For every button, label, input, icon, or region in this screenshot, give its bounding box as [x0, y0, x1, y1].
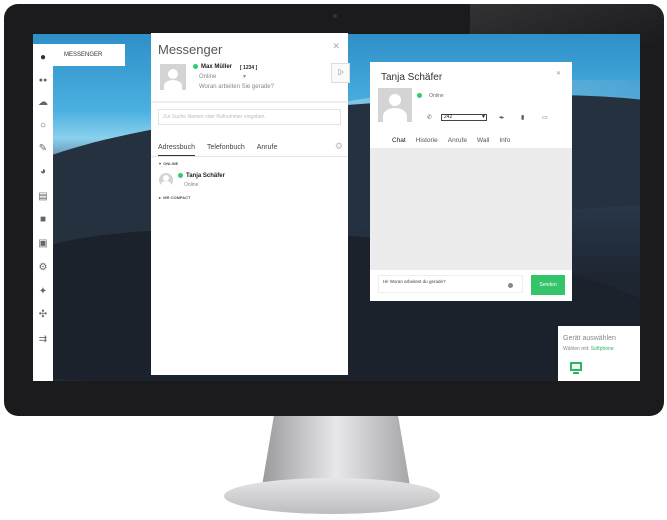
avatar — [160, 64, 186, 90]
group-online[interactable]: ▾ ONLINE — [159, 161, 178, 166]
lock-icon[interactable]: ▣ — [33, 236, 53, 252]
online-status-dot — [178, 173, 183, 178]
send-button[interactable]: Senden — [531, 275, 565, 295]
gear-icon[interactable]: ⚙ — [335, 141, 343, 152]
chevron-down-icon[interactable]: ▼ — [481, 114, 486, 120]
tab-wall[interactable]: Wall — [477, 137, 489, 148]
video-icon[interactable]: ▪▸ — [499, 114, 504, 121]
search-input[interactable]: Zur Suche Namen oder Rufnummer eingeben. — [158, 109, 341, 125]
device-chooser-title: Gerät auswählen — [563, 335, 616, 342]
close-icon[interactable]: ✕ — [332, 41, 340, 52]
emoji-icon[interactable] — [508, 283, 513, 288]
messenger-tab[interactable]: MESSENGER — [53, 44, 125, 66]
document-icon[interactable]: ▤ — [33, 189, 53, 205]
contact-status: Online — [417, 93, 444, 99]
chat-window: Tanja Schäfer ✕ Online ✆ 242 ▼ ▪▸ ▮ ▭ Ch… — [370, 62, 572, 301]
user-name: Max Müller — [193, 64, 232, 70]
selected-device[interactable]: Softphone — [591, 346, 614, 352]
cloud-icon[interactable]: ☁ — [33, 95, 53, 111]
phone-icon[interactable]: ✆ — [427, 114, 432, 121]
online-status-dot — [417, 93, 422, 99]
tab-info[interactable]: Info — [499, 137, 510, 148]
edit-icon[interactable]: ✎ — [33, 141, 53, 157]
book-icon[interactable]: ■ — [33, 212, 53, 228]
tools-icon[interactable]: ✦ — [33, 284, 53, 300]
tab-historie[interactable]: Historie — [416, 137, 438, 148]
device-chooser: Gerät auswählen Wählen mit: Softphone — [558, 326, 640, 381]
screen-share-icon[interactable]: ▭ — [542, 114, 548, 121]
monitor-icon-stand — [573, 372, 579, 374]
settings-icon[interactable]: ⚙ — [33, 260, 53, 276]
messenger-panel: Messenger ✕ Max Müller [ 1234 ] Online ▼… — [151, 33, 350, 375]
tab-anrufe[interactable]: Anrufe — [448, 137, 467, 148]
icon-sidebar: ● ●● ☁ ○ ✎ ◕ ▤ ■ ▣ ⚙ ✦ ✣ ⇉ — [33, 44, 53, 381]
online-status-dot — [193, 64, 198, 69]
contact-status: Online — [184, 182, 199, 188]
message-input[interactable]: Hi! Woran arbeitest du gerade? — [378, 275, 523, 293]
contact-avatar — [159, 173, 173, 187]
user-icon[interactable]: ● — [33, 50, 53, 66]
device-button[interactable]: ▯› — [331, 63, 350, 83]
user-extension: [ 1234 ] — [240, 65, 258, 71]
tab-telefonbuch[interactable]: Telefonbuch — [207, 144, 245, 155]
monitor-stand — [262, 416, 410, 486]
tab-divider — [151, 156, 348, 157]
file-icon[interactable]: ▮ — [521, 114, 524, 121]
monitor-mockup: ● ●● ☁ ○ ✎ ◕ ▤ ■ ▣ ⚙ ✦ ✣ ⇉ MESSENGER Mes… — [0, 0, 667, 520]
close-icon[interactable]: ✕ — [556, 70, 561, 77]
monitor-base — [224, 478, 440, 514]
headset-icon[interactable]: ○ — [33, 118, 53, 134]
network-icon[interactable]: ✣ — [33, 307, 53, 323]
group-mr-compact[interactable]: ▸ MR COMPACT — [159, 195, 191, 200]
device-chooser-subtitle: Wählen mit: Softphone — [563, 346, 614, 352]
tab-adressbuch[interactable]: Adressbuch — [158, 144, 195, 156]
user-status[interactable]: Online — [199, 74, 216, 80]
dashboard-icon[interactable]: ◕ — [33, 164, 53, 180]
tab-anrufe[interactable]: Anrufe — [257, 144, 278, 155]
messenger-title: Messenger — [158, 42, 223, 57]
chat-history — [370, 148, 572, 270]
contact-name[interactable]: Tanja Schäfer — [178, 173, 225, 179]
messenger-tabs: Adressbuch Telefonbuch Anrufe — [158, 144, 289, 156]
webcam — [333, 14, 337, 18]
logout-icon[interactable]: ⇉ — [33, 332, 53, 348]
avatar — [378, 88, 412, 122]
chevron-down-icon[interactable]: ▼ — [242, 74, 247, 80]
chat-title: Tanja Schäfer — [381, 72, 443, 83]
mood-field[interactable]: Woran arbeiten Sie gerade? — [199, 84, 274, 90]
monitor-icon[interactable] — [570, 362, 582, 371]
divider — [151, 101, 348, 103]
group-icon[interactable]: ●● — [33, 73, 53, 89]
